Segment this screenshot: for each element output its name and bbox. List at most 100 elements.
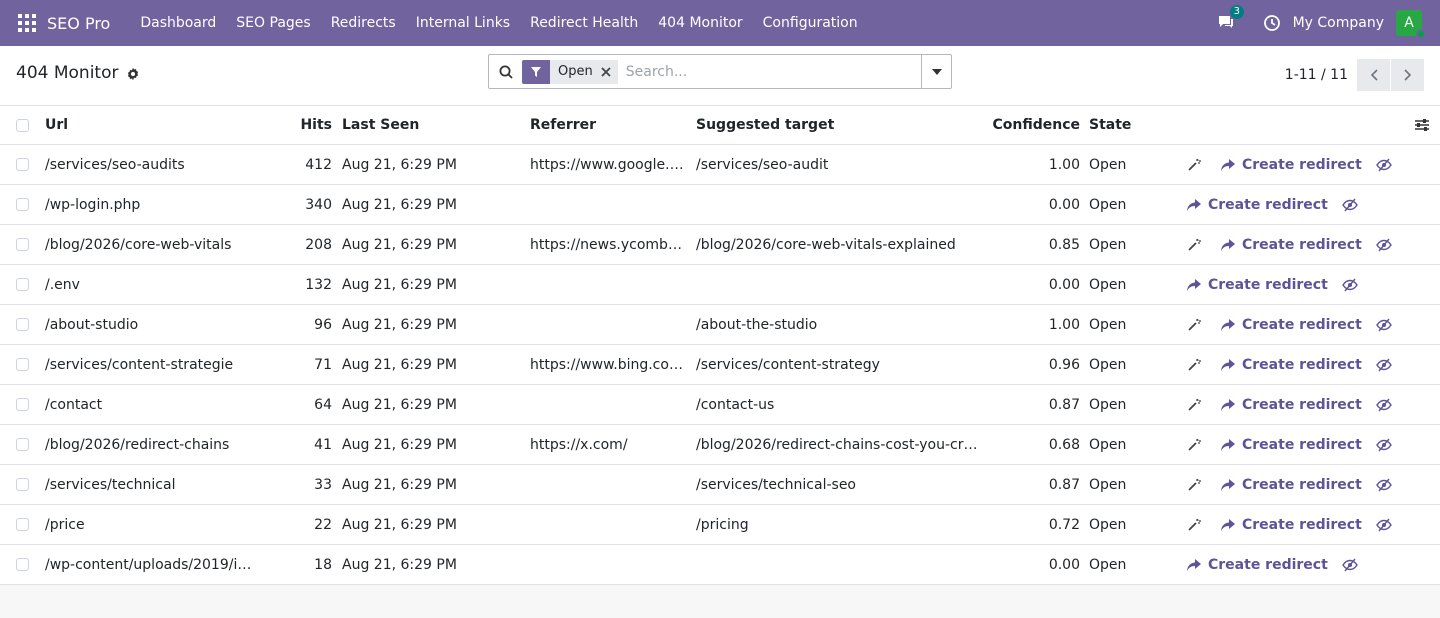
app-brand[interactable]: SEO Pro	[47, 14, 110, 33]
last-seen-value: Aug 21, 6:29 PM	[342, 236, 457, 253]
row-checkbox[interactable]	[16, 158, 29, 171]
table-row[interactable]: /wp-content/uploads/2019/in... 18 Aug 21, …	[0, 545, 1440, 585]
pager: 1-11 / 11	[1285, 59, 1424, 91]
row-checkbox[interactable]	[16, 358, 29, 371]
magic-wand-icon[interactable]	[1187, 158, 1201, 172]
search-icon[interactable]	[499, 65, 513, 79]
search-input[interactable]	[625, 63, 906, 80]
menu-item-dashboard[interactable]: Dashboard	[130, 15, 226, 31]
company-switcher[interactable]: My Company	[1293, 15, 1384, 31]
row-checkbox[interactable]	[16, 478, 29, 491]
row-select-cell	[16, 225, 30, 264]
top-navbar: SEO Pro Dashboard SEO Pages Redirects In…	[0, 0, 1440, 46]
table-row[interactable]: /wp-login.php 340 Aug 21, 6:29 PM 0.00 Open C…	[0, 185, 1440, 225]
pager-value[interactable]: 1-11 / 11	[1285, 67, 1348, 83]
hits-value: 18	[314, 556, 332, 573]
row-checkbox[interactable]	[16, 438, 29, 451]
table-row[interactable]: /blog/2026/redirect-chains 41 Aug 21, 6:29…	[0, 425, 1440, 465]
ignore-eye-slash-icon[interactable]	[1375, 358, 1392, 372]
table-row[interactable]: /about-studio 96 Aug 21, 6:29 PM/about-the…	[0, 305, 1440, 345]
magic-wand-icon[interactable]	[1187, 318, 1201, 332]
create-redirect-button[interactable]: Create redirect	[1221, 317, 1362, 333]
url-value: /services/content-strategie	[45, 356, 234, 373]
ignore-eye-slash-icon[interactable]	[1375, 318, 1392, 332]
column-header-hits[interactable]: Hits	[280, 106, 332, 144]
column-header-referrer[interactable]: Referrer	[530, 106, 685, 144]
create-redirect-button[interactable]: Create redirect	[1221, 237, 1362, 253]
user-avatar[interactable]: A	[1396, 10, 1426, 39]
create-redirect-button[interactable]: Create redirect	[1187, 557, 1328, 573]
ignore-eye-slash-icon[interactable]	[1375, 518, 1392, 532]
magic-wand-icon[interactable]	[1187, 478, 1201, 492]
column-header-confidence[interactable]: Confidence	[990, 106, 1080, 144]
table-row[interactable]: /price 22 Aug 21, 6:29 PM/pricing 0.72 Open C…	[0, 505, 1440, 545]
ignore-eye-slash-icon[interactable]	[1341, 198, 1358, 212]
magic-wand-icon[interactable]	[1187, 518, 1201, 532]
create-redirect-button[interactable]: Create redirect	[1221, 357, 1362, 373]
column-header-url[interactable]: Url	[45, 106, 255, 144]
menu-item-redirects[interactable]: Redirects	[321, 15, 406, 31]
table-row[interactable]: /.env 132 Aug 21, 6:29 PM 0.00 Open Create re…	[0, 265, 1440, 305]
row-checkbox[interactable]	[16, 318, 29, 331]
last-seen-value: Aug 21, 6:29 PM	[342, 476, 457, 493]
target-value: /services/content-strategy	[696, 356, 880, 373]
row-checkbox[interactable]	[16, 278, 29, 291]
menu-item-seo-pages[interactable]: SEO Pages	[226, 15, 320, 31]
facet-value: Open	[550, 59, 601, 84]
ignore-eye-slash-icon[interactable]	[1375, 158, 1392, 172]
menu-item-internal-links[interactable]: Internal Links	[406, 15, 520, 31]
magic-wand-icon[interactable]	[1187, 238, 1201, 252]
ignore-eye-slash-icon[interactable]	[1341, 558, 1358, 572]
column-header-suggested-target[interactable]: Suggested target	[696, 106, 981, 144]
create-redirect-button[interactable]: Create redirect	[1221, 517, 1362, 533]
create-redirect-button[interactable]: Create redirect	[1187, 277, 1328, 293]
activity-clock-icon[interactable]	[1263, 14, 1281, 32]
create-redirect-button[interactable]: Create redirect	[1221, 157, 1362, 173]
pager-next-button[interactable]	[1391, 59, 1424, 91]
close-icon[interactable]	[600, 59, 618, 84]
magic-wand-icon[interactable]	[1187, 358, 1201, 372]
select-all-cell	[16, 106, 30, 144]
ignore-eye-slash-icon[interactable]	[1375, 398, 1392, 412]
create-redirect-button[interactable]: Create redirect	[1221, 397, 1362, 413]
magic-wand-icon[interactable]	[1187, 398, 1201, 412]
column-header-target-label: Suggested target	[696, 117, 835, 133]
table-row[interactable]: /services/technical 33 Aug 21, 6:29 PM/ser…	[0, 465, 1440, 505]
create-redirect-button[interactable]: Create redirect	[1221, 437, 1362, 453]
row-checkbox[interactable]	[16, 398, 29, 411]
row-checkbox[interactable]	[16, 198, 29, 211]
column-header-last-seen[interactable]: Last Seen	[342, 106, 512, 144]
last-seen-value: Aug 21, 6:29 PM	[342, 516, 457, 533]
menu-item-configuration[interactable]: Configuration	[753, 15, 868, 31]
ignore-eye-slash-icon[interactable]	[1341, 278, 1358, 292]
ignore-eye-slash-icon[interactable]	[1375, 478, 1392, 492]
column-header-state[interactable]: State	[1089, 106, 1149, 144]
row-checkbox[interactable]	[16, 238, 29, 251]
cell-confidence: 0.96	[990, 345, 1080, 384]
row-checkbox[interactable]	[16, 558, 29, 571]
create-redirect-button[interactable]: Create redirect	[1187, 197, 1328, 213]
table-row[interactable]: /services/seo-audits 412 Aug 21, 6:29 PM ht…	[0, 145, 1440, 185]
search-options-toggle[interactable]	[921, 55, 951, 88]
pager-previous-button[interactable]	[1357, 59, 1390, 91]
cell-last-seen: Aug 21, 6:29 PM	[342, 345, 512, 384]
ignore-eye-slash-icon[interactable]	[1375, 438, 1392, 452]
url-value: /wp-login.php	[45, 196, 141, 213]
table-row[interactable]: /contact 64 Aug 21, 6:29 PM/contact-us 0.87…	[0, 385, 1440, 425]
gear-icon[interactable]	[126, 66, 140, 81]
menu-item-404-monitor[interactable]: 404 Monitor	[648, 15, 752, 31]
row-checkbox[interactable]	[16, 518, 29, 531]
select-all-checkbox[interactable]	[16, 118, 29, 132]
cell-suggested-target: /services/technical-seo	[696, 465, 981, 504]
apps-menu-icon[interactable]	[18, 14, 36, 32]
ignore-eye-slash-icon[interactable]	[1375, 238, 1392, 252]
table-row[interactable]: /blog/2026/core-web-vitals 208 Aug 21, 6:2…	[0, 225, 1440, 265]
optional-columns-toggle[interactable]	[1414, 106, 1430, 144]
table-row[interactable]: /services/content-strategie 71 Aug 21, 6:2…	[0, 345, 1440, 385]
target-value: /services/technical-seo	[696, 476, 857, 493]
menu-item-redirect-health[interactable]: Redirect Health	[520, 15, 648, 31]
state-value: Open	[1089, 516, 1127, 533]
messaging-icon[interactable]: 3	[1217, 5, 1244, 33]
magic-wand-icon[interactable]	[1187, 438, 1201, 452]
create-redirect-button[interactable]: Create redirect	[1221, 477, 1362, 493]
